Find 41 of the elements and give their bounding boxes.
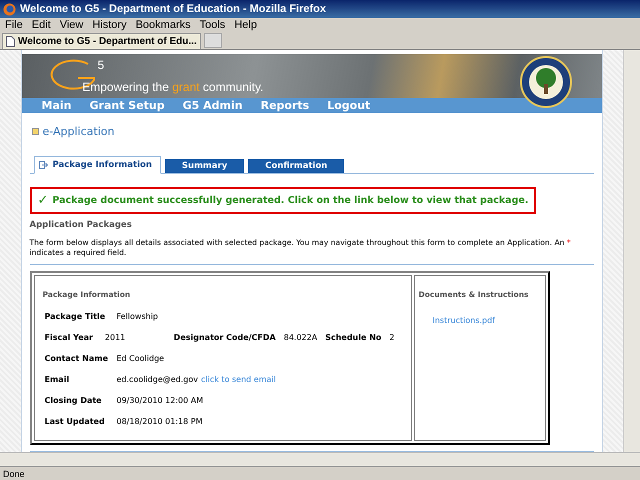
menu-item[interactable]: Edit bbox=[28, 19, 57, 31]
field-label: Package Title bbox=[44, 312, 106, 321]
logo-superscript: 5 bbox=[98, 58, 104, 72]
field-label: Contact Name bbox=[44, 354, 109, 363]
browser-tab[interactable]: Welcome to G5 - Department of Edu... bbox=[2, 33, 201, 49]
menu-item[interactable]: Tools bbox=[196, 19, 232, 31]
tab[interactable]: Confirmation bbox=[248, 159, 344, 173]
section-heading: Application Packages bbox=[30, 220, 133, 230]
status-text: Done bbox=[3, 468, 25, 478]
field-value: Ed Coolidge bbox=[116, 354, 166, 363]
arrow-icon bbox=[38, 161, 48, 169]
field-label: Fiscal Year bbox=[44, 333, 94, 342]
tagline: Empowering the grant community. bbox=[82, 80, 264, 94]
field-value: Fellowship bbox=[116, 312, 160, 321]
menu-item[interactable]: Bookmarks bbox=[132, 19, 197, 31]
check-icon: ✓ bbox=[38, 193, 48, 208]
field-label: Schedule No bbox=[325, 333, 382, 342]
menu-item[interactable]: File bbox=[2, 19, 29, 31]
browser-logo-icon bbox=[3, 2, 16, 16]
field-value: 2 bbox=[389, 333, 394, 342]
field-label: Last Updated bbox=[44, 417, 106, 426]
menu-item[interactable]: History bbox=[89, 19, 133, 31]
vertical-scrollbar[interactable] bbox=[623, 50, 640, 452]
window-title: Welcome to G5 - Department of Education - Mozilla Firefox bbox=[20, 3, 326, 15]
field-value: 2011 bbox=[104, 333, 126, 342]
menu-item[interactable]: Help bbox=[231, 19, 263, 31]
page-title: e-Application bbox=[42, 125, 114, 138]
field-label: Email bbox=[44, 375, 70, 384]
send-email-link[interactable]: click to send email bbox=[201, 375, 276, 384]
tab[interactable]: Package Information bbox=[34, 156, 161, 174]
new-tab-button[interactable] bbox=[204, 33, 222, 48]
field-label: Closing Date bbox=[44, 396, 103, 405]
menu-item[interactable]: View bbox=[56, 19, 90, 31]
horizontal-scrollbar[interactable] bbox=[0, 452, 640, 466]
page-icon bbox=[6, 36, 15, 47]
tab[interactable]: Summary bbox=[164, 159, 244, 173]
small-square-icon bbox=[32, 128, 38, 135]
message-text: Package document successfully generated. Click on the link below to view that package. bbox=[52, 195, 528, 206]
document-link[interactable]: Instructions.pdf bbox=[432, 316, 540, 325]
field-label: Designator Code/CFDA bbox=[174, 333, 276, 342]
field-value: 84.022A bbox=[284, 333, 318, 342]
